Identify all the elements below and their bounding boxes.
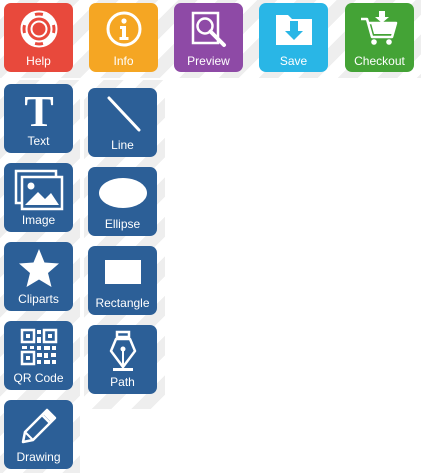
- download-folder-icon: [259, 6, 328, 52]
- help-button[interactable]: Help: [4, 3, 73, 72]
- text-tool-label: Text: [27, 134, 50, 148]
- qrcode-tool-button[interactable]: QR Code: [4, 321, 73, 390]
- help-label: Help: [26, 54, 51, 68]
- image-tool-button[interactable]: Image: [4, 163, 73, 232]
- drawing-tool-label: Drawing: [16, 450, 61, 464]
- star-icon: [4, 246, 73, 290]
- rectangle-tool-button[interactable]: Rectangle: [88, 246, 157, 315]
- line-tool-label: Line: [111, 138, 134, 152]
- cliparts-tool-button[interactable]: Cliparts: [4, 242, 73, 311]
- path-tool-button[interactable]: Path: [88, 325, 157, 394]
- ellipse-tool-button[interactable]: Ellipse: [88, 167, 157, 236]
- image-icon: [4, 167, 73, 211]
- qr-code-icon: [4, 325, 73, 369]
- rectangle-tool-label: Rectangle: [95, 296, 150, 310]
- lifebuoy-icon: [4, 6, 73, 52]
- info-button[interactable]: Info: [89, 3, 158, 72]
- line-tool-button[interactable]: Line: [88, 88, 157, 157]
- line-icon: [88, 92, 157, 136]
- qrcode-tool-label: QR Code: [13, 371, 64, 385]
- text-tool-button[interactable]: T Text: [4, 84, 73, 153]
- ellipse-tool-label: Ellipse: [104, 217, 141, 231]
- cart-icon: [345, 6, 414, 52]
- pen-nib-icon: [88, 329, 157, 373]
- magnifier-icon: [174, 6, 243, 52]
- save-label: Save: [279, 54, 308, 68]
- rectangle-icon: [88, 250, 157, 294]
- preview-label: Preview: [187, 54, 230, 68]
- info-label: Info: [113, 54, 134, 68]
- save-button[interactable]: Save: [259, 3, 328, 72]
- checkout-button[interactable]: Checkout: [345, 3, 414, 72]
- path-tool-label: Path: [110, 375, 135, 389]
- pencil-icon: [4, 404, 73, 448]
- ellipse-icon: [88, 171, 157, 215]
- svg-text:T: T: [24, 90, 53, 130]
- image-tool-label: Image: [21, 213, 56, 227]
- cliparts-tool-label: Cliparts: [18, 292, 59, 306]
- drawing-tool-button[interactable]: Drawing: [4, 400, 73, 469]
- info-icon: [89, 6, 158, 52]
- text-t-icon: T: [4, 88, 73, 132]
- preview-button[interactable]: Preview: [174, 3, 243, 72]
- checkout-label: Checkout: [354, 54, 405, 68]
